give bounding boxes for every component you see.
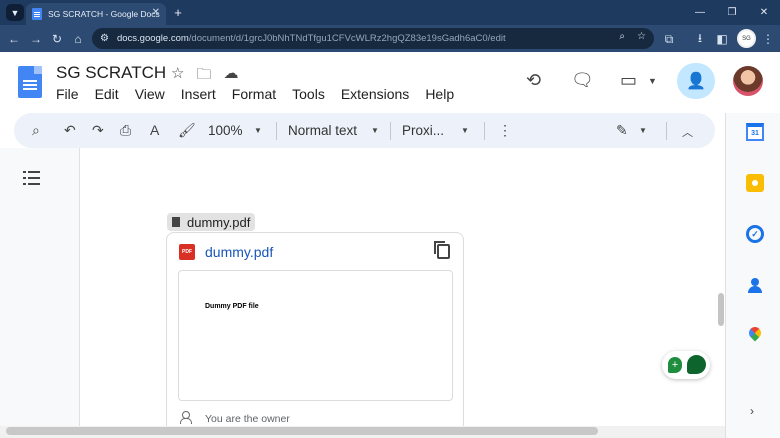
menu-tools[interactable]: Tools: [292, 86, 325, 102]
new-tab-button[interactable]: +: [170, 4, 186, 20]
site-info-icon[interactable]: ⚙: [100, 33, 109, 44]
search-icon[interactable]: ⌕: [32, 122, 40, 139]
forward-icon[interactable]: →: [28, 31, 44, 47]
toolbar-divider: [484, 122, 485, 140]
maps-icon[interactable]: [746, 327, 764, 345]
font-select[interactable]: Proxi...: [402, 123, 444, 138]
preview-text: Dummy PDF file: [205, 303, 259, 310]
sidebar-toggle-icon[interactable]: ◧: [714, 31, 730, 47]
browser-menu-icon[interactable]: ⋮: [760, 31, 776, 47]
menu-help[interactable]: Help: [425, 86, 454, 102]
zoom-search-icon[interactable]: ⌕: [619, 31, 625, 42]
tab-title: SG SCRATCH - Google Docs: [48, 9, 160, 19]
share-icon: 👤: [686, 73, 706, 90]
horizontal-scrollbar[interactable]: [6, 427, 598, 435]
chip-label: dummy.pdf: [187, 214, 251, 230]
bookmark-star-icon[interactable]: ☆: [637, 31, 646, 42]
toolbar-divider: [666, 122, 667, 140]
menu-extensions[interactable]: Extensions: [341, 86, 409, 102]
paint-format-icon[interactable]: 🖌: [178, 122, 196, 139]
card-file-link[interactable]: dummy.pdf: [205, 244, 273, 260]
person-icon: [180, 411, 192, 424]
file-preview-card[interactable]: PDF dummy.pdf Dummy PDF file You are the…: [166, 232, 464, 432]
chat-icon[interactable]: [687, 355, 706, 374]
more-vert-icon[interactable]: ⋮: [498, 122, 512, 139]
docs-favicon-icon: [32, 8, 42, 20]
outline-icon[interactable]: [23, 171, 41, 185]
menu-insert[interactable]: Insert: [181, 86, 216, 102]
reload-icon[interactable]: ↻: [49, 31, 65, 47]
menu-edit[interactable]: Edit: [95, 86, 119, 102]
url-text: docs.google.com/document/d/1grcJ0bNhTNdT…: [117, 33, 506, 44]
address-bar-row: ← → ↻ ⌂ ⚙ docs.google.com/document/d/1gr…: [0, 25, 780, 52]
keep-icon[interactable]: [746, 174, 764, 192]
zoom-select[interactable]: 100%: [208, 123, 243, 138]
print-icon[interactable]: ⎙: [120, 122, 131, 139]
mode-caret-icon[interactable]: ▼: [639, 126, 647, 135]
owner-text: You are the owner: [205, 413, 290, 425]
url-path: /document/d/1grcJ0bNhTNdTfgu1CFVcWLRz2hg…: [188, 33, 506, 44]
contacts-icon[interactable]: [746, 276, 764, 294]
download-icon[interactable]: ⭳: [692, 31, 708, 47]
account-avatar[interactable]: [733, 66, 763, 96]
meet-icon[interactable]: ▭: [620, 70, 637, 91]
window-controls: — ❐ ✕: [684, 0, 780, 25]
extensions-icon[interactable]: ⧉: [661, 31, 677, 47]
back-icon[interactable]: ←: [6, 31, 22, 47]
menu-view[interactable]: View: [135, 86, 165, 102]
document-title[interactable]: SG SCRATCH: [56, 63, 166, 83]
toolbar-divider: [390, 122, 391, 140]
pdf-icon: PDF: [179, 244, 195, 260]
font-caret-icon[interactable]: ▼: [461, 126, 469, 135]
redo-icon[interactable]: ↷: [92, 122, 104, 139]
meet-caret-icon[interactable]: ▼: [648, 76, 657, 86]
browser-profile-avatar[interactable]: SG: [737, 29, 756, 48]
spellcheck-icon[interactable]: A: [150, 122, 159, 138]
url-host: docs.google.com: [116, 33, 189, 44]
vertical-scrollbar[interactable]: [718, 293, 724, 326]
tab-search-button[interactable]: ▼: [6, 4, 24, 21]
pencil-icon[interactable]: ✎: [616, 122, 628, 139]
url-input[interactable]: ⚙ docs.google.com/document/d/1grcJ0bNhTN…: [92, 28, 654, 49]
minimize-button[interactable]: —: [684, 0, 716, 25]
file-chip[interactable]: dummy.pdf: [167, 213, 256, 231]
style-select[interactable]: Normal text: [288, 123, 357, 138]
undo-icon[interactable]: ↶: [64, 122, 76, 139]
docs-logo-icon[interactable]: [18, 66, 42, 98]
browser-tab[interactable]: SG SCRATCH - Google Docs ✕: [26, 3, 166, 25]
home-icon[interactable]: ⌂: [70, 31, 86, 47]
tasks-icon[interactable]: ✓: [746, 225, 764, 243]
chevron-up-icon[interactable]: ︿: [682, 124, 693, 140]
zoom-caret-icon[interactable]: ▼: [254, 126, 262, 135]
style-caret-icon[interactable]: ▼: [371, 126, 379, 135]
add-comment-icon[interactable]: +: [668, 357, 682, 373]
history-icon[interactable]: ⟲: [526, 70, 541, 91]
comment-icon[interactable]: 🗨: [571, 70, 594, 91]
formatting-toolbar: ⌕ ↶ ↷ ⎙ A 🖌 100% ▼ Normal text ▼ Proxi..…: [14, 113, 715, 148]
menu-file[interactable]: File: [56, 86, 79, 102]
pdf-preview[interactable]: Dummy PDF file: [178, 270, 453, 401]
share-button[interactable]: 👤: [677, 63, 715, 99]
menu-bar: File Edit View Insert Format Tools Exten…: [56, 86, 470, 102]
floating-actions: +: [662, 351, 710, 379]
chevron-right-icon[interactable]: ›: [750, 404, 754, 418]
close-window-button[interactable]: ✕: [748, 0, 780, 25]
file-icon: [172, 217, 180, 227]
copy-icon[interactable]: [434, 241, 450, 259]
menu-format[interactable]: Format: [232, 86, 276, 102]
browser-titlebar: ▼ SG SCRATCH - Google Docs ✕ + — ❐ ✕: [0, 0, 780, 25]
restore-button[interactable]: ❐: [716, 0, 748, 25]
tab-close-icon[interactable]: ✕: [152, 7, 160, 18]
toolbar-divider: [276, 122, 277, 140]
calendar-icon[interactable]: 31: [746, 123, 764, 141]
